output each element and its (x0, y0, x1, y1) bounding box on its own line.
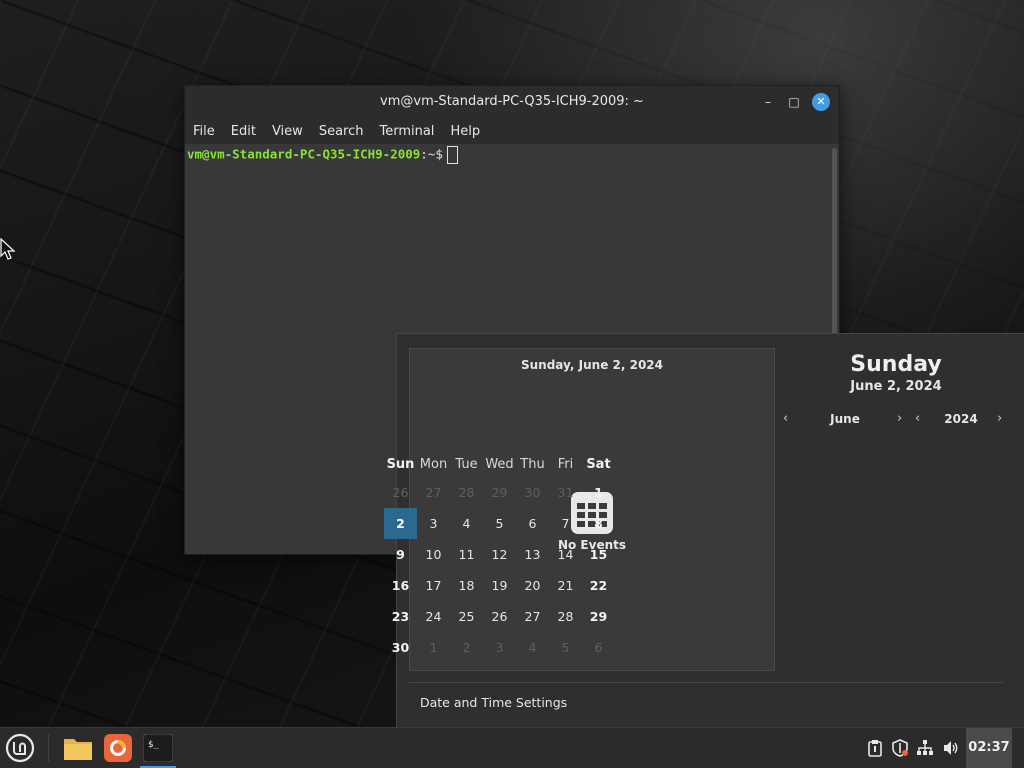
calendar-day-other-month[interactable]: 27 (417, 477, 450, 508)
calendar-day-other-month[interactable]: 30 (516, 477, 549, 508)
weekday-header: Mon (419, 456, 448, 472)
calendar-day[interactable]: 14 (549, 539, 582, 570)
month-year-nav: ‹ June › ‹ 2024 › (779, 410, 1013, 430)
weekday-header: Sun (386, 456, 415, 472)
taskbar: $_ 02:37 (0, 727, 1024, 768)
calendar-day-other-month[interactable]: 26 (384, 477, 417, 508)
shield-update-icon[interactable] (891, 739, 909, 757)
calendar-day[interactable]: 22 (582, 570, 615, 601)
menu-view[interactable]: View (272, 124, 303, 139)
calendar-day-other-month[interactable]: 31 (549, 477, 582, 508)
calendar-day[interactable]: 8 (582, 508, 615, 539)
close-button[interactable]: ✕ (812, 93, 830, 111)
calendar-day[interactable]: 30 (384, 632, 417, 663)
next-month-icon[interactable]: › (897, 411, 902, 426)
calendar-grid: Sun Mon Tue Wed Thu Fri Sat 26 27 28 29 30 31… (384, 451, 615, 663)
next-year-icon[interactable]: › (997, 411, 1002, 426)
month-label: June (830, 412, 860, 426)
prompt-sign: $ (435, 146, 443, 162)
terminal-menubar: File Edit View Search Terminal Help (185, 118, 839, 144)
clock[interactable]: 02:37 (966, 728, 1012, 768)
calendar-day[interactable]: 23 (384, 601, 417, 632)
calendar-day[interactable]: 27 (516, 601, 549, 632)
firefox-icon[interactable] (102, 732, 134, 764)
menu-terminal[interactable]: Terminal (379, 124, 434, 139)
weekday-header: Sat (586, 456, 611, 472)
clipboard-icon[interactable] (866, 739, 884, 757)
network-icon[interactable] (916, 739, 934, 757)
menu-help[interactable]: Help (450, 124, 480, 139)
calendar-day[interactable]: 15 (582, 539, 615, 570)
calendar-day[interactable]: 28 (549, 601, 582, 632)
calendar-week-row: 23 24 25 26 27 28 29 (384, 601, 615, 632)
files-icon[interactable] (62, 732, 94, 764)
calendar-day[interactable]: 1 (582, 477, 615, 508)
terminal-titlebar[interactable]: vm@vm-Standard-PC-Q35-ICH9-2009: ~ – □ ✕ (185, 86, 839, 118)
calendar-day[interactable]: 11 (450, 539, 483, 570)
calendar-day[interactable]: 18 (450, 570, 483, 601)
calendar-day[interactable]: 17 (417, 570, 450, 601)
svg-text:$_: $_ (148, 740, 159, 750)
calendar-day-other-month[interactable]: 5 (549, 632, 582, 663)
divider (409, 682, 1003, 683)
prompt-path: :~ (420, 146, 436, 162)
prev-month-icon[interactable]: ‹ (783, 411, 788, 426)
calendar-day[interactable]: 12 (483, 539, 516, 570)
calendar-week-row: 16 17 18 19 20 21 22 (384, 570, 615, 601)
calendar-week-row: 9 10 11 12 13 14 15 (384, 539, 615, 570)
terminal-icon[interactable]: $_ (142, 732, 174, 764)
prompt-user-host: vm@vm-Standard-PC-Q35-ICH9-2009 (187, 146, 421, 162)
calendar-day[interactable]: 16 (384, 570, 417, 601)
calendar-day[interactable]: 13 (516, 539, 549, 570)
calendar-day[interactable]: 9 (384, 539, 417, 570)
calendar-day-other-month[interactable]: 1 (417, 632, 450, 663)
year-label: 2024 (944, 412, 978, 426)
calendar-day-today[interactable]: 2 (384, 508, 417, 539)
calendar-day[interactable]: 6 (516, 508, 549, 539)
menu-edit[interactable]: Edit (231, 124, 256, 139)
calendar-day[interactable]: 24 (417, 601, 450, 632)
menu-search[interactable]: Search (319, 124, 364, 139)
full-date: June 2, 2024 (850, 379, 942, 394)
calendar-day[interactable]: 29 (582, 601, 615, 632)
calendar-day[interactable]: 25 (450, 601, 483, 632)
mouse-pointer-icon (0, 238, 16, 260)
calendar-day[interactable]: 4 (450, 508, 483, 539)
maximize-button[interactable]: □ (785, 93, 803, 111)
calendar-day[interactable]: 21 (549, 570, 582, 601)
weekday-header: Fri (557, 456, 574, 472)
calendar-week-row: 26 27 28 29 30 31 1 (384, 477, 615, 508)
calendar-day[interactable]: 20 (516, 570, 549, 601)
weekday-header: Wed (485, 456, 514, 472)
calendar-day[interactable]: 5 (483, 508, 516, 539)
weekday-header: Tue (455, 456, 478, 472)
volume-icon[interactable] (942, 739, 960, 757)
weekday-header: Thu (520, 456, 545, 472)
calendar-day-other-month[interactable]: 28 (450, 477, 483, 508)
menu-icon[interactable] (4, 732, 36, 764)
calendar-day[interactable]: 26 (483, 601, 516, 632)
date-time-settings-button[interactable]: Date and Time Settings (420, 695, 567, 710)
calendar-day[interactable]: 3 (417, 508, 450, 539)
separator (48, 734, 49, 762)
events-date: Sunday, June 2, 2024 (520, 358, 664, 372)
day-name: Sunday (850, 352, 942, 377)
calendar-day-other-month[interactable]: 6 (582, 632, 615, 663)
calendar-day-other-month[interactable]: 2 (450, 632, 483, 663)
calendar-day-other-month[interactable]: 29 (483, 477, 516, 508)
calendar-header: Sunday June 2, 2024 ‹ June › ‹ 2024 › (779, 348, 1013, 430)
calendar-day[interactable]: 19 (483, 570, 516, 601)
minimize-button[interactable]: – (759, 93, 777, 111)
text-cursor (446, 146, 458, 164)
window-title: vm@vm-Standard-PC-Q35-ICH9-2009: ~ (380, 94, 644, 109)
calendar-day[interactable]: 7 (549, 508, 582, 539)
calendar-day-other-month[interactable]: 4 (516, 632, 549, 663)
prev-year-icon[interactable]: ‹ (915, 411, 920, 426)
calendar-week-row: 2345678 (384, 508, 615, 539)
calendar-day[interactable]: 10 (417, 539, 450, 570)
calendar-week-row: 30 1 2 3 4 5 6 (384, 632, 615, 663)
menu-file[interactable]: File (193, 124, 215, 139)
calendar-day-other-month[interactable]: 3 (483, 632, 516, 663)
